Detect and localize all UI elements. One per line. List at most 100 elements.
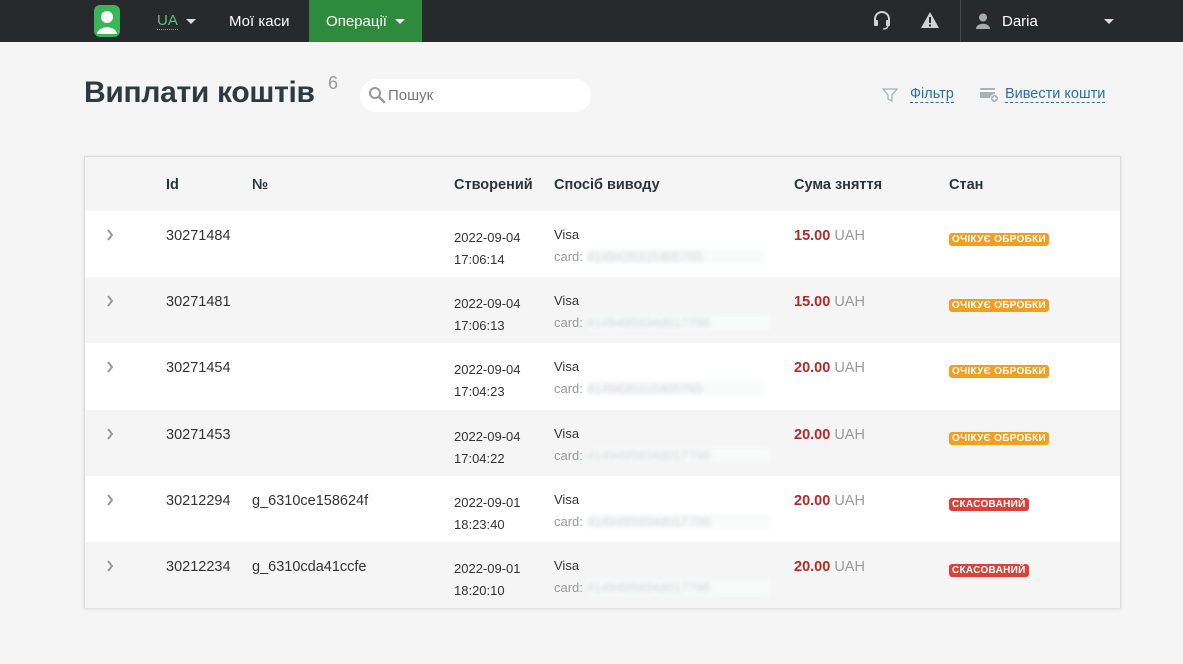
row-card: card: 4149495934d01779б	[554, 580, 771, 595]
row-currency: UAH	[834, 426, 865, 443]
row-card-number: 4149495934d01779б	[586, 447, 771, 463]
row-amount-value: 15.00	[794, 294, 831, 311]
row-currency: UAH	[834, 492, 865, 509]
row-card-number: 4149495934d01779б	[586, 513, 771, 529]
headset-icon[interactable]	[872, 10, 892, 30]
nav-operations[interactable]: Операції	[309, 0, 422, 42]
row-amount: 20.00 UAH	[794, 559, 865, 575]
search-icon	[369, 87, 386, 104]
row-date: 2022-09-01	[454, 561, 521, 576]
row-amount-value: 15.00	[794, 228, 831, 244]
row-amount-value: 20.00	[794, 559, 831, 575]
header-number: №	[252, 177, 269, 193]
row-card-number: 4149495934d01779б	[586, 315, 771, 331]
row-method-name: Visa	[554, 425, 580, 441]
table-row[interactable]: 30271454 2022-09-04 17:04:23 Visa card: 41494…	[85, 343, 1120, 409]
row-card-label: card:	[554, 249, 583, 264]
user-menu[interactable]: Daria	[976, 0, 1116, 42]
row-method-name: Visa	[554, 227, 580, 242]
nav-my-cash[interactable]: Мої каси	[229, 0, 289, 42]
status-badge: ОЧІКУЄ ОБРОБКИ	[949, 365, 1050, 379]
filter-link[interactable]: Фільтр	[882, 86, 954, 103]
row-card: card: 4149495934d01779б	[554, 315, 771, 331]
row-time: 17:06:13	[454, 318, 505, 334]
row-card: card: 4149435315405765	[554, 249, 763, 264]
row-state: ОЧІКУЄ ОБРОБКИ	[949, 296, 1050, 313]
row-card-label: card:	[554, 447, 583, 463]
row-amount: 15.00 UAH	[794, 228, 865, 244]
table-row[interactable]: 30271484 2022-09-04 17:06:14 Visa card: 41494…	[85, 211, 1120, 277]
language-selector[interactable]: UA	[157, 0, 196, 42]
row-date: 2022-09-04	[454, 296, 521, 312]
chevron-down-icon	[394, 18, 405, 24]
row-card: card: 4149495934d01779б	[554, 513, 771, 529]
table-row[interactable]: 30212294 g_6310ce158624f 2022-09-01 18:23:4…	[85, 476, 1120, 542]
row-id: 30212234	[166, 559, 231, 575]
add-payout-icon	[980, 88, 999, 103]
warning-icon[interactable]	[920, 10, 940, 30]
withdraw-label: Вивести кошти	[1005, 86, 1106, 103]
row-state: СКАСОВАНИЙ	[949, 495, 1029, 511]
chevron-right-icon[interactable]	[106, 229, 114, 241]
header-id: Id	[166, 177, 179, 193]
header-created: Створений	[454, 177, 533, 193]
user-name: Daria	[1002, 12, 1038, 30]
chevron-right-icon[interactable]	[106, 560, 114, 572]
row-number: g_6310cda41ccfe	[252, 559, 367, 575]
row-date: 2022-09-04	[454, 428, 521, 444]
row-time: 18:20:10	[454, 583, 505, 598]
row-currency: UAH	[834, 294, 865, 311]
row-amount: 15.00 UAH	[794, 294, 865, 310]
row-amount: 20.00 UAH	[794, 493, 865, 509]
row-amount: 20.00 UAH	[794, 427, 865, 443]
filter-label: Фільтр	[910, 86, 954, 103]
row-amount: 20.00 UAH	[794, 360, 865, 376]
record-count: 6	[328, 73, 339, 93]
row-card-number: 4149495934d01779б	[586, 580, 771, 595]
chevron-right-icon[interactable]	[106, 427, 114, 440]
chevron-right-icon[interactable]	[106, 361, 114, 374]
table-row[interactable]: 30271453 2022-09-04 17:04:22 Visa card: 41494…	[85, 409, 1120, 476]
row-currency: UAH	[834, 360, 865, 377]
row-time: 17:06:14	[454, 252, 505, 267]
row-date: 2022-09-04	[454, 230, 521, 245]
row-method-name: Visa	[554, 558, 580, 573]
row-state: ОЧІКУЄ ОБРОБКИ	[949, 362, 1050, 379]
chevron-down-icon	[1104, 18, 1114, 24]
chevron-right-icon[interactable]	[106, 295, 114, 307]
table-row[interactable]: 30271481 2022-09-04 17:06:13 Visa card: 41494…	[85, 277, 1120, 344]
user-icon	[976, 13, 990, 29]
user-logo-icon[interactable]	[94, 5, 120, 37]
search-input[interactable]	[388, 79, 583, 112]
header-amount: Сума зняття	[794, 177, 883, 193]
row-date: 2022-09-04	[454, 362, 521, 378]
row-time: 18:23:40	[454, 516, 505, 532]
status-badge: ОЧІКУЄ ОБРОБКИ	[949, 299, 1050, 313]
row-number: g_6310ce158624f	[252, 492, 369, 509]
row-date: 2022-09-01	[454, 494, 521, 510]
withdraw-funds-link[interactable]: Вивести кошти	[979, 86, 1106, 103]
row-card-label: card:	[554, 580, 583, 595]
row-state: СКАСОВАНИЙ	[949, 561, 1029, 577]
nav-my-cash-label: Мої каси	[229, 12, 290, 30]
row-amount-value: 20.00	[794, 360, 831, 377]
nav-operations-label: Операції	[326, 12, 387, 30]
row-id: 30271484	[166, 228, 231, 244]
status-badge: СКАСОВАНИЙ	[949, 564, 1029, 577]
row-time: 17:04:23	[454, 384, 505, 400]
row-id: 30212294	[166, 492, 231, 509]
row-card-label: card:	[554, 381, 583, 397]
status-badge: ОЧІКУЄ ОБРОБКИ	[949, 431, 1050, 445]
row-currency: UAH	[834, 559, 865, 575]
row-id: 30271454	[166, 360, 231, 377]
row-amount-value: 20.00	[794, 492, 831, 509]
row-card: card: 4149435315405765	[554, 381, 763, 397]
row-currency: UAH	[834, 228, 865, 244]
status-badge: ОЧІКУЄ ОБРОБКИ	[949, 233, 1050, 246]
table-header: Id № Створений Спосіб виводу Сума зняття…	[85, 157, 1120, 211]
chevron-right-icon[interactable]	[106, 494, 114, 506]
table-row[interactable]: 30212234 g_6310cda41ccfe 2022-09-01 18:20:1…	[85, 542, 1120, 608]
row-card-label: card:	[554, 315, 583, 331]
header-method: Спосіб виводу	[554, 177, 660, 193]
row-card-number: 4149435315405765	[586, 249, 763, 264]
